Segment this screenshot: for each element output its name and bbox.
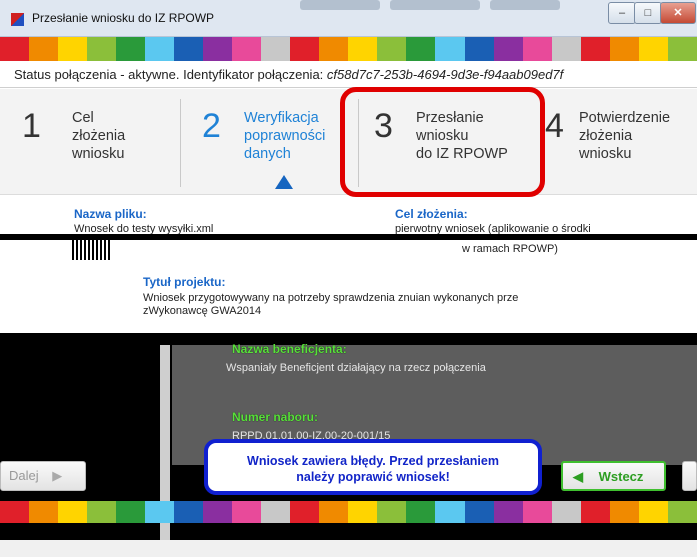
render-artifact [70,240,110,260]
color-swatch [551,501,581,523]
step-4: 4 Potwierdzenie złożenia wniosku [545,89,697,194]
status-text: Status połączenia - aktywne. Identyfikat… [14,67,327,82]
warning-line: Wniosek zawiera błędy. Przed przesłaniem [247,454,499,468]
maximize-button[interactable]: □ [634,2,662,24]
color-swatch [174,501,204,523]
color-swatch [464,37,494,61]
color-swatch [261,37,291,61]
color-swatch [145,501,175,523]
next-button[interactable]: Dalej ▶ [0,461,86,491]
next-button-label: Dalej [9,468,39,483]
color-swatch [116,501,146,523]
color-swatch [232,37,262,61]
color-swatch [261,501,291,523]
color-swatch [58,501,88,523]
background-tab [490,0,560,10]
brand-color-strip [0,37,697,61]
color-swatch [638,501,668,523]
step-1: 1 Cel złożenia wniosku [0,89,178,194]
color-swatch [29,501,59,523]
color-swatch [551,37,581,61]
beneficiary-value: Wspaniały Beneficjent działający na rzec… [226,362,486,374]
color-swatch [87,37,117,61]
purpose-label: Cel złożenia: [395,207,468,221]
color-swatch [0,37,30,61]
color-swatch [290,37,320,61]
error-warning: Wniosek zawiera błędy. Przed przesłaniem… [204,439,542,495]
warning-line: należy poprawić wniosek! [296,470,450,484]
color-swatch [580,37,610,61]
color-swatch [580,501,610,523]
extra-button[interactable] [682,461,697,491]
close-button[interactable]: ✕ [660,2,696,24]
back-button-label: Wstecz [598,469,644,484]
project-title-value: Wniosek przygotowywany na potrzeby spraw… [143,292,519,304]
color-swatch [0,501,30,523]
background-tab [300,0,380,10]
step-divider [180,99,181,187]
color-swatch [638,37,668,61]
color-swatch [116,37,146,61]
connection-status: Status połączenia - aktywne. Identyfikat… [0,62,697,88]
color-swatch [435,501,465,523]
color-swatch [174,37,204,61]
brand-color-strip [0,501,697,523]
color-swatch [406,37,436,61]
step-label: Potwierdzenie złożenia wniosku [579,110,671,162]
back-button[interactable]: ◀ Wstecz [561,461,666,491]
project-title-value-line2: zWykonawcę GWA2014 [143,305,262,317]
color-swatch [377,501,407,523]
color-swatch [290,501,320,523]
step-label: Weryfikacja poprawności danych [244,110,326,162]
app-icon [11,13,24,26]
play-left-icon: ◀ [573,469,583,484]
step-number: 2 [202,107,221,145]
color-swatch [464,501,494,523]
minimize-button[interactable]: – [608,2,636,24]
step-2: 2 Weryfikacja poprawności danych [182,89,357,194]
highlight-box [340,87,545,197]
beneficiary-label: Nazwa beneficjenta: [232,342,347,356]
step-number: 1 [22,107,41,145]
color-swatch [667,501,697,523]
color-swatch [522,37,552,61]
color-swatch [319,37,349,61]
color-swatch [58,37,88,61]
color-swatch [522,501,552,523]
color-swatch [348,501,378,523]
step-number: 4 [545,107,564,145]
connection-id: cf58d7c7-253b-4694-9d3e-f94aab09ed7f [326,67,564,82]
color-swatch [29,37,59,61]
project-title-label: Tytuł projektu: [143,275,226,289]
color-swatch [609,501,639,523]
purpose-value-line2: w ramach RPOWP) [462,243,558,255]
color-swatch [493,501,523,523]
color-swatch [348,37,378,61]
color-swatch [609,37,639,61]
call-number-label: Numer naboru: [232,410,319,424]
window-title: Przesłanie wniosku do IZ RPOWP [32,11,215,25]
window-titlebar: Przesłanie wniosku do IZ RPOWP – □ ✕ [0,0,697,37]
color-swatch [435,37,465,61]
color-swatch [87,501,117,523]
file-name-label: Nazwa pliku: [74,207,147,221]
color-swatch [406,501,436,523]
play-right-icon: ▶ [52,468,63,483]
horizontal-scrollbar[interactable] [0,540,697,557]
step-label: Cel złożenia wniosku [72,110,126,162]
color-swatch [232,501,262,523]
current-step-pointer [275,175,293,189]
color-swatch [203,37,233,61]
color-swatch [145,37,175,61]
background-tab [390,0,480,10]
color-swatch [493,37,523,61]
color-swatch [377,37,407,61]
color-swatch [667,37,697,61]
color-swatch [319,501,349,523]
color-swatch [203,501,233,523]
